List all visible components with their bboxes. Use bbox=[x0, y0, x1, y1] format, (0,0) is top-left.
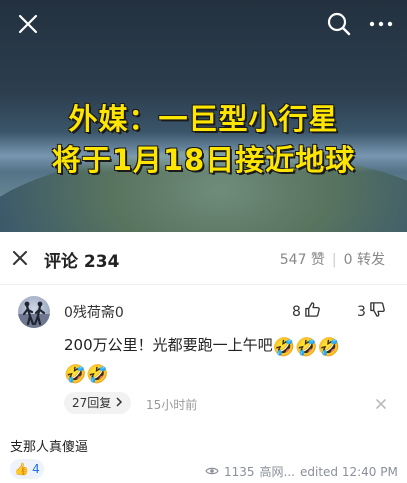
reaction-badge[interactable]: 👍 4 bbox=[10, 459, 44, 479]
video-headline-line2: 将于1月18日接近地球 bbox=[51, 143, 356, 177]
close-icon[interactable] bbox=[14, 10, 42, 38]
more-icon[interactable] bbox=[367, 10, 395, 38]
comment-time: 15小时前 bbox=[146, 398, 198, 412]
comment-username[interactable]: 0残荷斋0 bbox=[64, 302, 124, 322]
message-text: 支那人真傻逼 bbox=[10, 440, 89, 455]
likes-count[interactable]: 547 赞 bbox=[280, 252, 325, 268]
comment-like-count: 8 bbox=[292, 303, 301, 320]
rofl-emoji: 🤣 bbox=[272, 337, 296, 358]
video-player[interactable]: 外媒：一巨型小行星 将于1月18日接近地球 bbox=[0, 0, 407, 232]
eye-icon bbox=[205, 465, 219, 479]
thumbs-up-emoji: 👍 bbox=[14, 462, 30, 476]
replies-count: 27回复 bbox=[72, 396, 112, 410]
avatar[interactable] bbox=[18, 296, 50, 328]
comment-panel-header: 评论 234 547 赞 | 0 转发 bbox=[0, 232, 407, 285]
video-headline-line1: 外媒：一巨型小行星 bbox=[68, 102, 339, 136]
message-author: 高网... bbox=[259, 465, 295, 479]
rofl-emoji: 🤣 bbox=[64, 364, 87, 385]
rofl-emoji: 🤣 bbox=[86, 364, 109, 385]
search-icon[interactable] bbox=[325, 10, 353, 38]
rofl-emoji: 🤣 bbox=[295, 337, 318, 358]
comment-text: 200万公里！光都要跑一上午吧🤣🤣🤣 🤣🤣 bbox=[64, 332, 394, 386]
rofl-emoji: 🤣 bbox=[317, 337, 340, 358]
shares-count[interactable]: 0 转发 bbox=[344, 252, 385, 268]
close-icon[interactable] bbox=[10, 248, 30, 268]
chevron-right-icon bbox=[115, 396, 123, 410]
close-icon[interactable] bbox=[375, 395, 387, 409]
comments-title: 评论 234 bbox=[44, 252, 120, 272]
comment-body: 200万公里！光都要跑一上午吧 bbox=[64, 336, 273, 354]
comment-dislike-count: 3 bbox=[357, 303, 366, 320]
message-caption: 支那人真傻逼 👍 4 1135 高网... edited 12:40 PM bbox=[0, 420, 407, 483]
reaction-count: 4 bbox=[32, 462, 40, 476]
message-meta: 1135 高网... edited 12:40 PM bbox=[205, 463, 398, 480]
views-count: 1135 bbox=[224, 464, 255, 479]
thumb-up-icon bbox=[304, 301, 321, 322]
replies-button[interactable]: 27回复 bbox=[64, 392, 132, 414]
comment-like-button[interactable]: 8 bbox=[292, 301, 321, 322]
message-edited-time: edited 12:40 PM bbox=[300, 464, 398, 479]
panel-stats: 547 赞 | 0 转发 bbox=[280, 249, 385, 269]
divider: | bbox=[331, 252, 337, 268]
comment-dislike-button[interactable]: 3 bbox=[357, 301, 386, 322]
thumb-down-icon bbox=[369, 301, 386, 322]
